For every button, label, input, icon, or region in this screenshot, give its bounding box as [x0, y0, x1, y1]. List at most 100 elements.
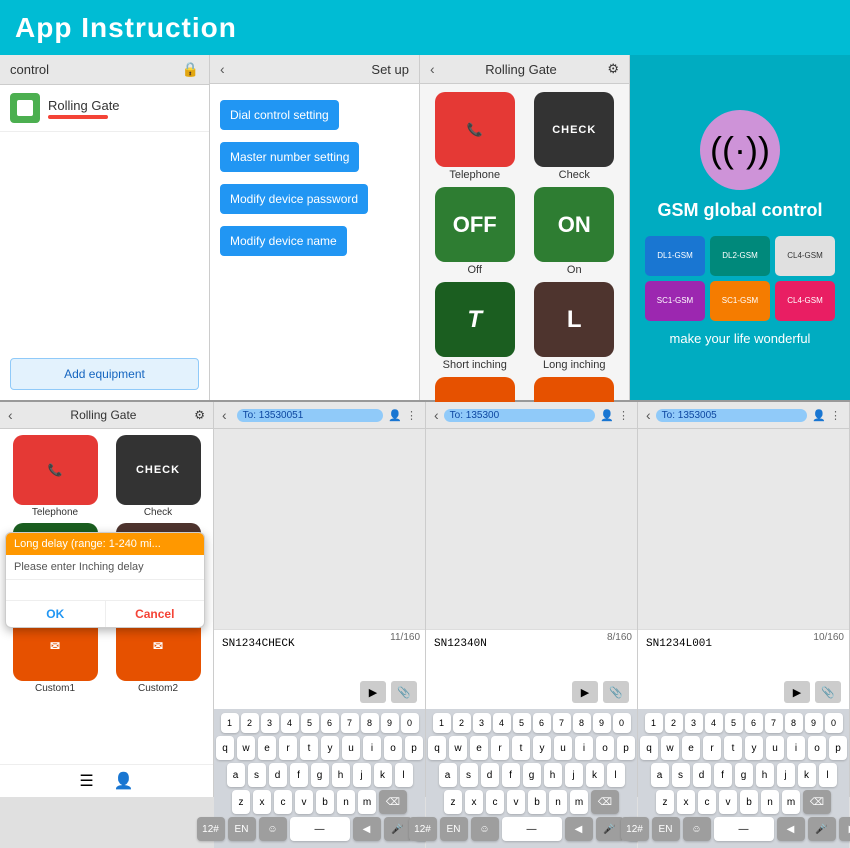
- kb-p[interactable]: p: [405, 736, 423, 760]
- kb-u[interactable]: u: [342, 736, 360, 760]
- kb3-b[interactable]: b: [740, 790, 758, 814]
- kb3-8[interactable]: 8: [785, 713, 803, 733]
- sms3-contact-icon[interactable]: 👤: [812, 409, 826, 422]
- kb3-e[interactable]: e: [682, 736, 700, 760]
- kb3-7[interactable]: 7: [765, 713, 783, 733]
- kb2-g[interactable]: g: [523, 763, 541, 787]
- kb-v[interactable]: v: [295, 790, 313, 814]
- kb3-q[interactable]: q: [640, 736, 658, 760]
- kb2-w[interactable]: w: [449, 736, 467, 760]
- kb-emoji[interactable]: ☺: [259, 817, 287, 841]
- kb3-d[interactable]: d: [693, 763, 711, 787]
- kb3-a[interactable]: a: [651, 763, 669, 787]
- kb3-3[interactable]: 3: [685, 713, 703, 733]
- sms2-send-btn[interactable]: ▶: [572, 681, 598, 703]
- kb2-0[interactable]: 0: [613, 713, 631, 733]
- sms2-more-icon[interactable]: ⋮: [618, 409, 629, 422]
- kb2-t[interactable]: t: [512, 736, 530, 760]
- kb3-right[interactable]: ▶: [839, 817, 850, 841]
- check-button[interactable]: CHECK: [534, 92, 614, 167]
- kb3-g[interactable]: g: [735, 763, 753, 787]
- kb2-q[interactable]: q: [428, 736, 446, 760]
- kb-a[interactable]: a: [227, 763, 245, 787]
- kb2-emoji[interactable]: ☺: [471, 817, 499, 841]
- kb3-r[interactable]: r: [703, 736, 721, 760]
- kb-d[interactable]: d: [269, 763, 287, 787]
- kb2-left[interactable]: ◀: [565, 817, 593, 841]
- kb3-0[interactable]: 0: [825, 713, 843, 733]
- kb3-x[interactable]: x: [677, 790, 695, 814]
- kb3-space[interactable]: —: [714, 817, 774, 841]
- sms2-back-arrow[interactable]: ‹: [434, 407, 439, 423]
- kb2-d[interactable]: d: [481, 763, 499, 787]
- kb3-n[interactable]: n: [761, 790, 779, 814]
- kb3-i[interactable]: i: [787, 736, 805, 760]
- kb3-c[interactable]: c: [698, 790, 716, 814]
- kb2-9[interactable]: 9: [593, 713, 611, 733]
- bottom-nav-user[interactable]: 👤: [114, 771, 134, 791]
- phone-button[interactable]: 📞: [435, 92, 515, 167]
- kb-mic[interactable]: 🎤: [384, 817, 412, 841]
- bottom-phone-button[interactable]: 📞: [13, 435, 98, 505]
- kb-key-8[interactable]: 8: [361, 713, 379, 733]
- short-inching-button[interactable]: T: [435, 282, 515, 357]
- kb-r[interactable]: r: [279, 736, 297, 760]
- kb2-b[interactable]: b: [528, 790, 546, 814]
- back-arrow[interactable]: ‹: [220, 61, 225, 77]
- sms3-send-btn[interactable]: ▶: [784, 681, 810, 703]
- kb-c[interactable]: c: [274, 790, 292, 814]
- kb2-o[interactable]: o: [596, 736, 614, 760]
- kb2-l[interactable]: l: [607, 763, 625, 787]
- kb3-mic[interactable]: 🎤: [808, 817, 836, 841]
- kb3-6[interactable]: 6: [745, 713, 763, 733]
- kb2-r[interactable]: r: [491, 736, 509, 760]
- kb3-l[interactable]: l: [819, 763, 837, 787]
- kb3-j[interactable]: j: [777, 763, 795, 787]
- kb-w[interactable]: w: [237, 736, 255, 760]
- kb3-123[interactable]: 12#: [621, 817, 649, 841]
- kb2-i[interactable]: i: [575, 736, 593, 760]
- gate-tab-top[interactable]: ‹ Rolling Gate ⚙: [420, 55, 629, 84]
- kb3-k[interactable]: k: [798, 763, 816, 787]
- sms3-back-arrow[interactable]: ‹: [646, 407, 651, 423]
- kb2-123[interactable]: 12#: [409, 817, 437, 841]
- kb2-e[interactable]: e: [470, 736, 488, 760]
- kb-f[interactable]: f: [290, 763, 308, 787]
- kb-j[interactable]: j: [353, 763, 371, 787]
- kb-s[interactable]: s: [248, 763, 266, 787]
- kb3-v[interactable]: v: [719, 790, 737, 814]
- bottom-nav-menu[interactable]: ☰: [79, 771, 93, 791]
- bottom-back-arrow[interactable]: ‹: [8, 407, 13, 423]
- kb3-4[interactable]: 4: [705, 713, 723, 733]
- kb3-1[interactable]: 1: [645, 713, 663, 733]
- modify-password-btn[interactable]: Modify device password: [220, 184, 368, 214]
- sms3-more-icon[interactable]: ⋮: [830, 409, 841, 422]
- kb-i[interactable]: i: [363, 736, 381, 760]
- kb3-2[interactable]: 2: [665, 713, 683, 733]
- kb2-f[interactable]: f: [502, 763, 520, 787]
- dial-control-btn[interactable]: Dial control setting: [220, 100, 339, 130]
- kb-t[interactable]: t: [300, 736, 318, 760]
- kb-o[interactable]: o: [384, 736, 402, 760]
- kb-q[interactable]: q: [216, 736, 234, 760]
- kb2-a[interactable]: a: [439, 763, 457, 787]
- kb2-1[interactable]: 1: [433, 713, 451, 733]
- kb2-8[interactable]: 8: [573, 713, 591, 733]
- setup-tab[interactable]: ‹ Set up: [210, 55, 419, 84]
- kb-left[interactable]: ◀: [353, 817, 381, 841]
- off-button[interactable]: OFF: [435, 187, 515, 262]
- long-inching-button[interactable]: L: [534, 282, 614, 357]
- sms2-contact-icon[interactable]: 👤: [600, 409, 614, 422]
- sms3-attach-btn[interactable]: 📎: [815, 681, 841, 703]
- kb-en[interactable]: EN: [228, 817, 256, 841]
- kb2-4[interactable]: 4: [493, 713, 511, 733]
- dialog-cancel-button[interactable]: Cancel: [106, 601, 205, 627]
- kb3-backspace[interactable]: ⌫: [803, 790, 831, 814]
- kb-key-6[interactable]: 6: [321, 713, 339, 733]
- kb-key-9[interactable]: 9: [381, 713, 399, 733]
- kb3-w[interactable]: w: [661, 736, 679, 760]
- kb2-7[interactable]: 7: [553, 713, 571, 733]
- kb-n[interactable]: n: [337, 790, 355, 814]
- sms1-back-arrow[interactable]: ‹: [222, 407, 227, 423]
- kb3-f[interactable]: f: [714, 763, 732, 787]
